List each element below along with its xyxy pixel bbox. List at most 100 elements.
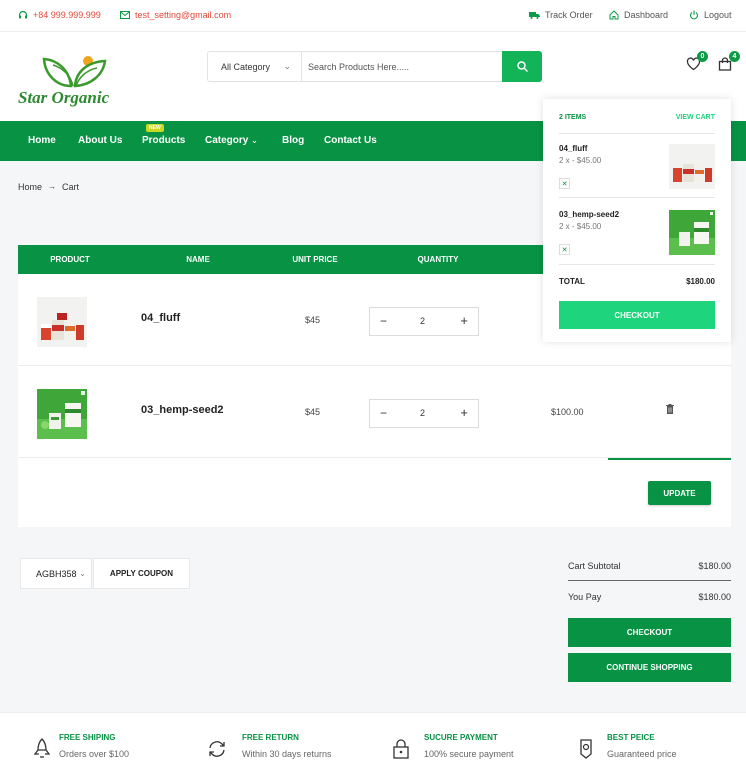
wishlist-count-badge: 0	[697, 51, 708, 62]
mini-cart-item: 03_hemp-seed2 2 x - $45.00 ✕	[559, 210, 715, 270]
quantity-stepper: − 2 +	[369, 399, 479, 428]
mini-cart-item-count: 2 ITEMS	[559, 114, 587, 121]
mail-icon	[120, 11, 130, 19]
rocket-icon	[33, 738, 51, 758]
mini-cart-item-name[interactable]: 03_hemp-seed2	[559, 210, 619, 219]
table-row: 03_hemp-seed2 $45 − 2 + $100.00	[18, 366, 731, 458]
search-input[interactable]	[308, 52, 502, 81]
new-badge: NEW	[146, 124, 164, 132]
nav-item-blog[interactable]: Blog	[282, 135, 304, 146]
chevron-down-icon: ⌄	[251, 136, 258, 145]
divider	[559, 197, 715, 198]
nav-item-category[interactable]: Category ⌄	[205, 135, 258, 146]
you-pay-value: $180.00	[698, 592, 731, 602]
category-select-value: All Category	[221, 61, 271, 72]
wishlist-button[interactable]: 0	[686, 51, 708, 73]
increase-button[interactable]: +	[460, 405, 468, 420]
quantity-value[interactable]: 2	[420, 408, 425, 418]
email-link[interactable]: test_setting@gmail.com	[120, 10, 231, 20]
mini-cart-item-qty: 2 x - $45.00	[559, 222, 602, 231]
cart-count-badge: 4	[729, 51, 740, 62]
increase-button[interactable]: +	[460, 313, 468, 328]
close-icon: ✕	[561, 180, 568, 188]
product-name[interactable]: 04_fluff	[141, 312, 180, 324]
subtotal-row: Cart Subtotal $180.00	[568, 561, 731, 571]
close-icon: ✕	[561, 246, 568, 254]
price-tag-icon	[580, 739, 592, 759]
header-product: PRODUCT	[50, 255, 90, 264]
mini-cart-thumb-fluff[interactable]	[669, 144, 715, 189]
nav-item-contact-us[interactable]: Contact Us	[324, 135, 377, 146]
breadcrumb-home[interactable]: Home	[18, 182, 42, 192]
mini-cart-item: 04_fluff 2 x - $45.00 ✕	[559, 144, 715, 204]
feature-subtitle: Orders over $100	[59, 749, 130, 759]
nav-item-products[interactable]: Products	[142, 135, 185, 146]
remove-item-button[interactable]: ✕	[559, 178, 570, 189]
line-total: $100.00	[551, 407, 584, 417]
coupon-code-field[interactable]: AGBH358 ⌄	[20, 558, 92, 589]
search-bar: All Category ⌄	[207, 51, 542, 82]
remove-item-button[interactable]: ✕	[559, 244, 570, 255]
site-logo[interactable]: Star Organic	[18, 52, 128, 110]
update-cart-button[interactable]: UPDATE	[648, 481, 711, 505]
divider	[559, 133, 715, 134]
feature-title: FREE RETURN	[242, 733, 299, 742]
headset-icon	[18, 10, 28, 19]
mini-cart-item-name[interactable]: 04_fluff	[559, 144, 587, 153]
mini-cart-checkout-button[interactable]: CHECKOUT	[559, 301, 715, 329]
quantity-value[interactable]: 2	[420, 316, 425, 326]
phone-link[interactable]: +84 999.999.999	[18, 10, 101, 20]
refresh-icon	[209, 741, 225, 757]
decrease-button[interactable]: −	[380, 314, 387, 328]
checkout-button[interactable]: CHECKOUT	[568, 618, 731, 647]
track-order-label: Track Order	[545, 10, 593, 20]
divider-line	[608, 458, 731, 460]
arrow-right-icon: →	[48, 182, 57, 191]
view-cart-link[interactable]: VIEW CART	[676, 114, 715, 121]
cart-button[interactable]: 4	[718, 51, 740, 73]
remove-item-button[interactable]	[666, 404, 674, 417]
product-image-hemp-seed[interactable]	[37, 389, 87, 439]
mini-cart-total-label: TOTAL	[559, 277, 585, 286]
chevron-down-icon: ⌄	[283, 61, 291, 71]
divider	[559, 264, 715, 265]
feature-title: SUCURE PAYMENT	[424, 733, 498, 742]
subtotal-label: Cart Subtotal	[568, 561, 621, 571]
you-pay-label: You Pay	[568, 592, 602, 602]
coupon-code-value: AGBH358	[36, 568, 77, 579]
logo-text: Star Organic	[18, 88, 110, 107]
chevron-down-icon: ⌄	[79, 569, 86, 578]
nav-item-category-label: Category	[205, 135, 249, 146]
top-bar: +84 999.999.999 test_setting@gmail.com T…	[0, 0, 746, 32]
product-name[interactable]: 03_hemp-seed2	[141, 404, 224, 416]
search-button[interactable]	[502, 51, 542, 82]
leaf-logo-icon	[42, 56, 107, 88]
mini-cart-item-qty: 2 x - $45.00	[559, 156, 602, 165]
product-image-fluff[interactable]	[37, 297, 87, 347]
mini-cart-thumb-hemp-seed[interactable]	[669, 210, 715, 255]
decrease-button[interactable]: −	[380, 406, 387, 420]
mini-cart-total-value: $180.00	[686, 277, 715, 286]
features-bar: FREE SHIPING Orders over $100 FREE RETUR…	[0, 712, 746, 783]
continue-shopping-button[interactable]: CONTINUE SHOPPING	[568, 653, 731, 682]
subtotal-value: $180.00	[698, 561, 731, 571]
home-icon	[609, 10, 619, 20]
unit-price: $45	[305, 315, 321, 325]
dashboard-link[interactable]: Dashboard	[609, 10, 668, 20]
mini-cart-total: TOTAL $180.00	[559, 277, 715, 286]
category-select[interactable]: All Category ⌄	[208, 52, 302, 81]
apply-coupon-button[interactable]: APPLY COUPON	[93, 558, 190, 589]
dashboard-label: Dashboard	[624, 10, 669, 20]
breadcrumb-current: Cart	[62, 182, 80, 192]
trash-icon	[666, 404, 674, 414]
unit-price: $45	[305, 407, 321, 417]
feature-title: FREE SHIPING	[59, 733, 116, 742]
nav-item-about-us[interactable]: About Us	[78, 135, 122, 146]
nav-item-home[interactable]: Home	[28, 135, 56, 146]
track-order-link[interactable]: Track Order	[529, 10, 593, 20]
phone-number: +84 999.999.999	[33, 10, 101, 20]
header-name: NAME	[186, 255, 210, 264]
feature-subtitle: Guaranteed price	[607, 749, 677, 759]
feature-title: BEST PEICE	[607, 733, 655, 742]
logout-link[interactable]: Logout	[689, 10, 732, 20]
